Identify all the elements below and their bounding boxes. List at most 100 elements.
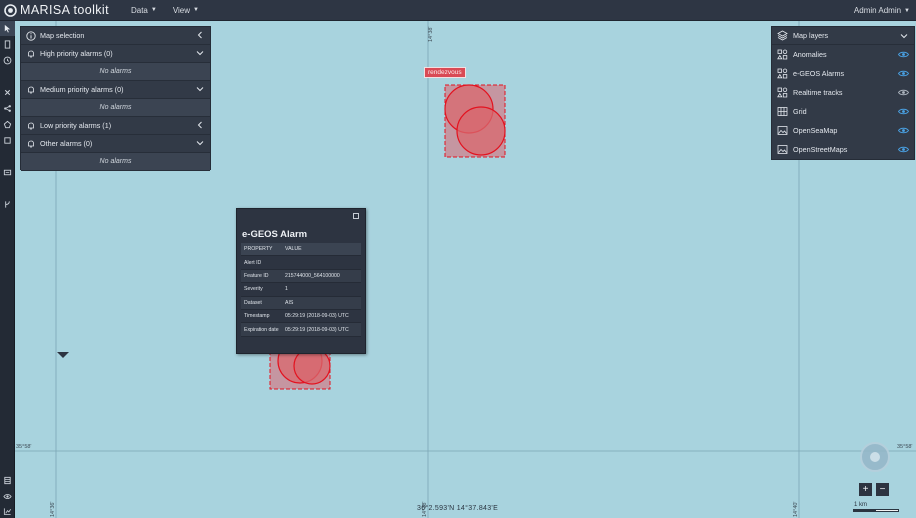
polygon-tool[interactable]	[0, 117, 15, 132]
popup-title: e-GEOS Alarm	[242, 229, 308, 240]
table-row: Alert ID	[241, 256, 361, 270]
layer-openstreetmaps[interactable]: OpenStreetMaps	[772, 140, 914, 159]
alarm-group-other[interactable]: Other alarms (0)	[21, 135, 210, 153]
popup-maximize-icon[interactable]	[353, 213, 359, 219]
table-row: Timestamp 05:29:19 (2018-09-03) UTC	[241, 310, 361, 324]
alarm-group-high-label: High priority alarms (0)	[40, 49, 113, 58]
shapes-icon	[776, 68, 788, 80]
value-cell: AIS	[285, 299, 294, 306]
zoom-in-button[interactable]: +	[859, 483, 872, 496]
share-tool[interactable]	[0, 101, 15, 116]
value-cell: 1	[285, 286, 288, 293]
marisa-logo-icon	[2, 2, 18, 18]
alarm-popup: e-GEOS Alarm PROPERTY VALUE Alert ID Fea…	[236, 208, 366, 354]
chevron-left-icon[interactable]	[196, 121, 204, 129]
table-row: Expiration date 05:29:19 (2018-09-03) UTC	[241, 323, 361, 337]
message-icon	[3, 169, 12, 176]
caret-down-icon: ▼	[904, 7, 910, 14]
chart-icon	[3, 508, 11, 516]
value-cell: 05:29:19 (2018-09-03) UTC	[285, 326, 349, 333]
layer-realtime-tracks[interactable]: Realtime tracks	[772, 83, 914, 102]
top-bar: MARISA toolkit Data ▼ View ▼ Admin Admin ▼	[0, 0, 916, 21]
chevron-left-icon[interactable]	[196, 31, 204, 39]
layer-egeos-alarms-label: e-GEOS Alarms	[793, 69, 845, 78]
chevron-down-icon[interactable]	[900, 32, 908, 40]
eye-icon[interactable]	[898, 51, 909, 58]
map-selection-panel: Map selection High priority alarms (0) N…	[20, 26, 211, 171]
menu-data-label: Data	[130, 5, 148, 15]
chat-tool[interactable]	[0, 165, 15, 180]
alarm-group-medium-label: Medium priority alarms (0)	[40, 85, 124, 94]
alarm-group-medium[interactable]: Medium priority alarms (0)	[21, 81, 210, 99]
table-header-row: PROPERTY VALUE	[241, 243, 361, 257]
layer-openstreetmaps-label: OpenStreetMaps	[793, 145, 848, 154]
chevron-down-icon[interactable]	[196, 49, 204, 57]
grid-icon	[776, 106, 788, 118]
scale-label: 1 km	[854, 502, 868, 508]
layers-icon	[776, 30, 788, 42]
left-toolbar	[0, 21, 15, 518]
shapes-icon	[776, 87, 788, 99]
visibility-tool[interactable]	[0, 489, 15, 504]
eye-icon[interactable]	[898, 127, 909, 134]
lon-label-bottom-right: 14°40'	[793, 501, 799, 518]
layer-egeos-alarms[interactable]: e-GEOS Alarms	[772, 64, 914, 83]
alarm-circle[interactable]	[456, 106, 506, 156]
value-cell: 215744000_564100000	[285, 272, 340, 279]
alarm-properties-table: PROPERTY VALUE Alert ID Feature ID 215744…	[241, 243, 361, 337]
clear-tool[interactable]	[0, 85, 15, 100]
table-row: Feature ID 215744000_564100000	[241, 269, 361, 284]
alarm-group-high[interactable]: High priority alarms (0)	[21, 45, 210, 63]
close-icon	[4, 89, 11, 96]
layer-openseamap[interactable]: OpenSeaMap	[772, 121, 914, 140]
layer-grid[interactable]: Grid	[772, 102, 914, 121]
branch-icon	[5, 201, 10, 208]
alarm-group-low-label: Low priority alarms (1)	[40, 121, 112, 130]
map-layers-title: Map layers	[793, 31, 829, 40]
chevron-down-icon[interactable]	[196, 139, 204, 147]
pan-center-icon	[870, 452, 880, 462]
info-icon	[26, 30, 36, 41]
column-header: VALUE	[285, 246, 302, 253]
database-icon	[4, 476, 11, 485]
pointer-tool[interactable]	[0, 21, 15, 36]
eye-icon	[3, 494, 12, 499]
table-row: Severity 1	[241, 283, 361, 297]
property-cell: Alert ID	[244, 259, 262, 266]
bell-icon	[26, 85, 36, 95]
chart-tool[interactable]	[0, 504, 15, 518]
layer-anomalies[interactable]: Anomalies	[772, 45, 914, 64]
map-layers-header[interactable]: Map layers	[772, 27, 914, 45]
pointer-icon	[4, 24, 11, 33]
cursor-coordinates: 36°2.593'N 14°37.843'E	[417, 505, 499, 512]
zoom-out-button[interactable]: −	[876, 483, 889, 496]
menu-data[interactable]: Data ▼	[131, 6, 157, 15]
map-layers-panel: Map layers Anomalies e-GEOS Alarms Realt…	[771, 26, 915, 160]
no-alarms-high: No alarms	[21, 63, 210, 81]
lon-label-top: 14°38'	[428, 26, 434, 43]
history-tool[interactable]	[0, 53, 15, 68]
bookmark-tool[interactable]	[0, 37, 15, 52]
bell-icon	[26, 121, 36, 131]
layer-anomalies-label: Anomalies	[793, 50, 827, 59]
pan-control[interactable]	[860, 442, 890, 472]
eye-icon[interactable]	[898, 146, 909, 153]
image-icon	[776, 125, 788, 137]
eye-off-icon[interactable]	[898, 89, 909, 96]
chevron-down-icon[interactable]	[196, 85, 204, 93]
no-alarms-other: No alarms	[21, 153, 210, 171]
database-tool[interactable]	[0, 473, 15, 488]
rendezvous-label[interactable]: rendezvous	[424, 67, 466, 78]
user-menu[interactable]: Admin Admin ▼	[854, 0, 910, 21]
map-selection-title: Map selection	[40, 31, 85, 40]
branch-tool[interactable]	[0, 197, 15, 212]
alarm-group-low[interactable]: Low priority alarms (1)	[21, 117, 210, 135]
eye-icon[interactable]	[898, 108, 909, 115]
rectangle-tool[interactable]	[0, 133, 15, 148]
user-name: Admin Admin	[853, 6, 902, 15]
eye-icon[interactable]	[898, 70, 909, 77]
menu-view[interactable]: View ▼	[173, 6, 199, 15]
image-icon	[776, 144, 788, 156]
map-selection-header[interactable]: Map selection	[21, 27, 210, 45]
property-cell: Dataset	[244, 299, 262, 306]
